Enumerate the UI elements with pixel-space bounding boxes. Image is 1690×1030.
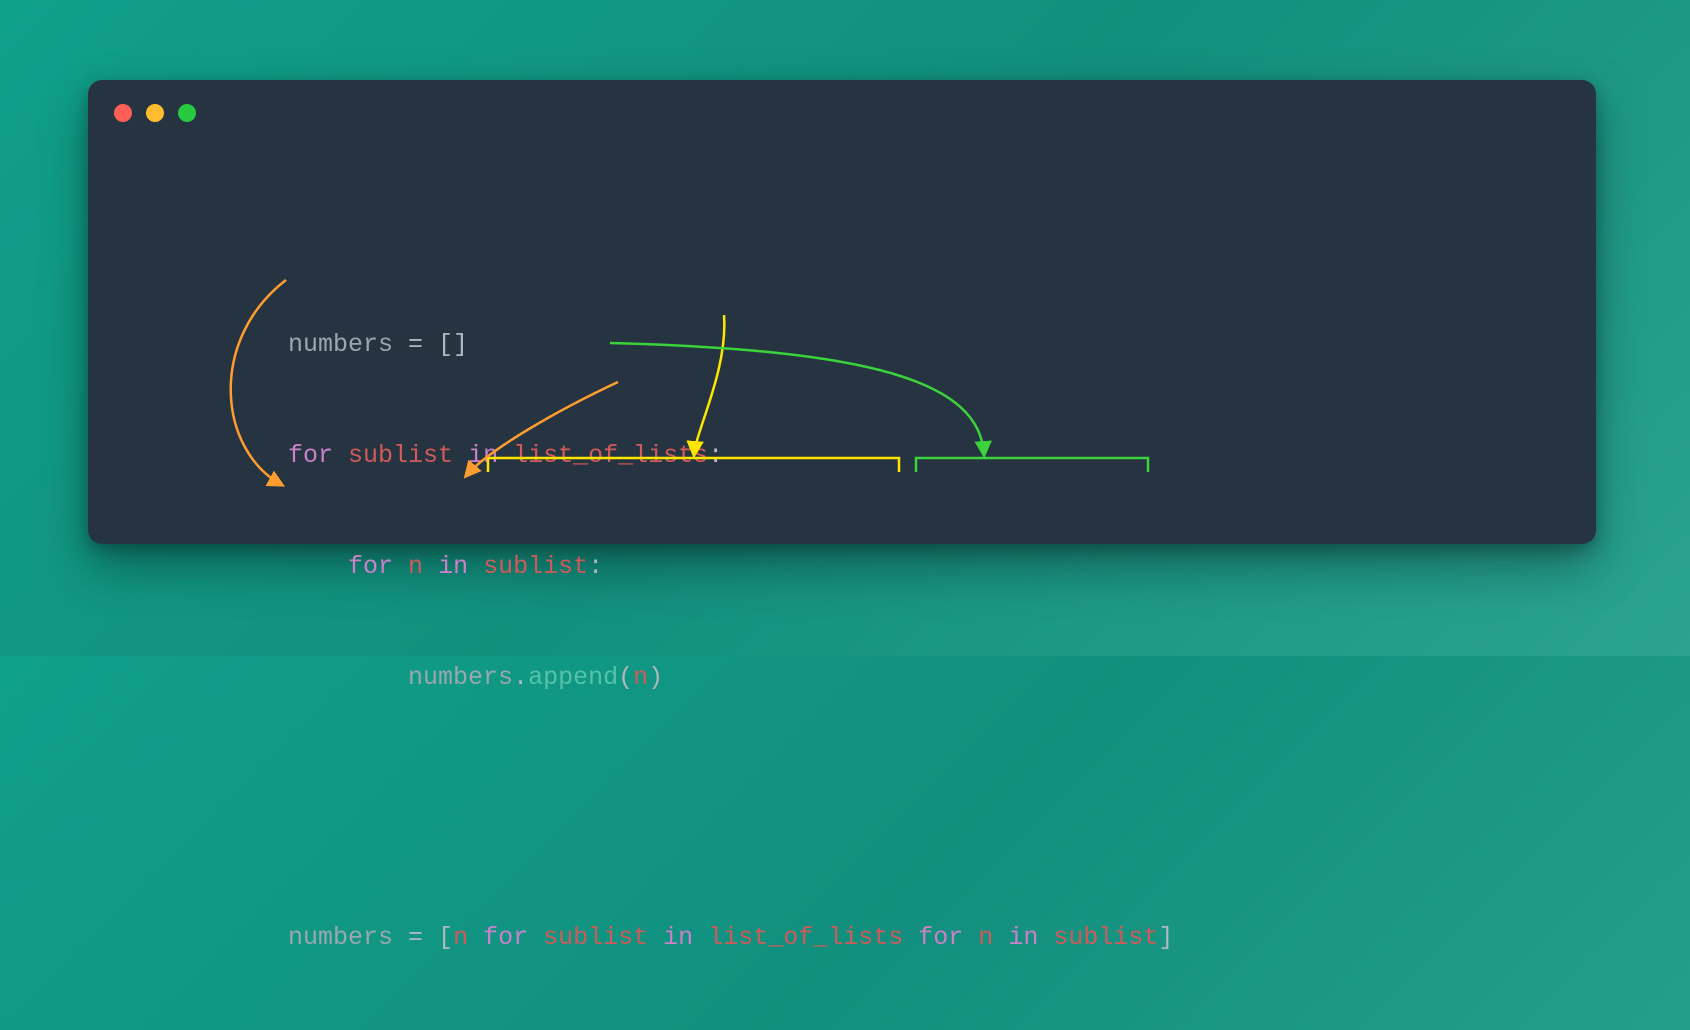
token-identifier: sublist (543, 923, 648, 952)
token-keyword: for (483, 923, 528, 952)
token-identifier: n (408, 552, 423, 581)
code-line-2: for sublist in list_of_lists: (288, 437, 1173, 474)
token-identifier: sublist (1053, 923, 1158, 952)
minimize-icon[interactable] (146, 104, 164, 122)
token-identifier: n (453, 923, 468, 952)
token-identifier: n (978, 923, 993, 952)
token-keyword: in (468, 441, 498, 470)
close-icon[interactable] (114, 104, 132, 122)
token-name: numbers (408, 663, 513, 692)
token-paren: ( (618, 663, 633, 692)
token-name: numbers (288, 923, 393, 952)
token-colon: : (588, 552, 603, 581)
token-keyword: in (663, 923, 693, 952)
token-colon: : (708, 441, 723, 470)
token-bracket: ] (1158, 923, 1173, 952)
token-paren: ) (648, 663, 663, 692)
token-identifier: list_of_lists (513, 441, 708, 470)
arrow-orange-numbers (231, 280, 286, 485)
token-keyword: for (348, 552, 393, 581)
code-line-3: for n in sublist: (288, 548, 1173, 585)
code-line-1: numbers = [] (288, 326, 1173, 363)
token-identifier: n (633, 663, 648, 692)
token-bracket: [ (438, 923, 453, 952)
token-assign: = (393, 330, 438, 359)
code-line-4: numbers.append(n) (288, 659, 1173, 696)
token-keyword: for (288, 441, 333, 470)
code-window: numbers = [] for sublist in list_of_list… (88, 80, 1596, 544)
token-function: append (528, 663, 618, 692)
token-dot: . (513, 663, 528, 692)
token-name: numbers (288, 330, 393, 359)
token-identifier: sublist (483, 552, 588, 581)
token-keyword: in (1008, 923, 1038, 952)
code-line-5: numbers = [n for sublist in list_of_list… (288, 919, 1173, 956)
token-keyword: for (918, 923, 963, 952)
token-identifier: sublist (348, 441, 453, 470)
token-assign: = (393, 923, 438, 952)
code-block: numbers = [] for sublist in list_of_list… (288, 252, 1173, 1030)
window-traffic-lights (114, 104, 196, 122)
token-identifier: list_of_lists (708, 923, 903, 952)
token-keyword: in (438, 552, 468, 581)
token-brackets: [] (438, 330, 468, 359)
zoom-icon[interactable] (178, 104, 196, 122)
